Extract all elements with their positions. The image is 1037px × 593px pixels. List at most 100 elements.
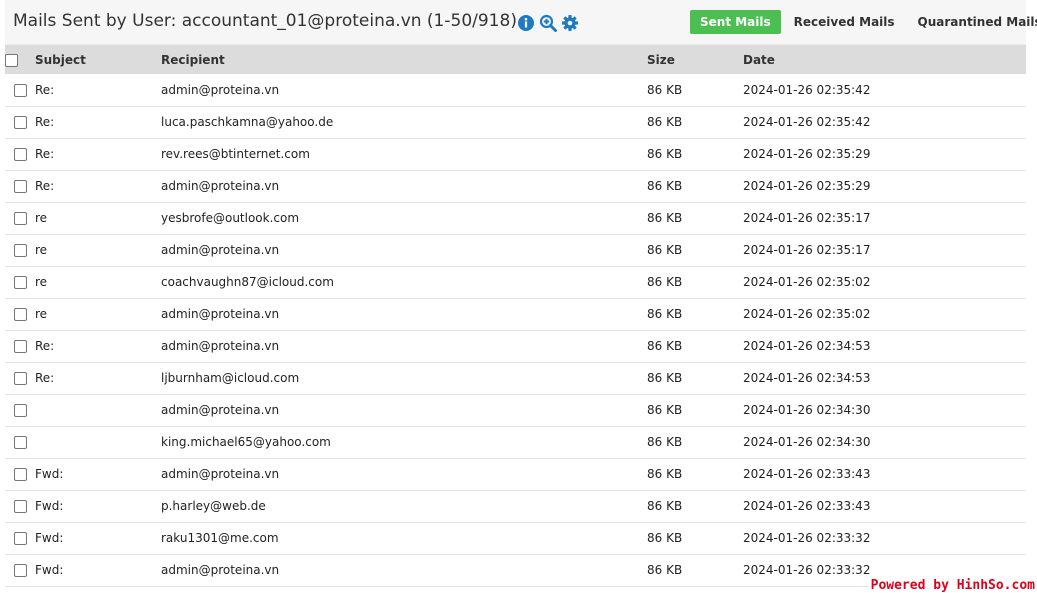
- size-cell: 86 KB: [647, 554, 743, 587]
- subject-cell: Re:: [35, 330, 161, 363]
- size-cell: 86 KB: [647, 330, 743, 363]
- row-checkbox[interactable]: [13, 308, 27, 321]
- row-select-cell: [5, 266, 35, 299]
- recipient-cell: admin@proteina.vn: [161, 298, 647, 331]
- row-select-cell: [5, 106, 35, 139]
- info-icon[interactable]: [517, 14, 535, 32]
- row-checkbox[interactable]: [13, 500, 27, 513]
- row-checkbox[interactable]: [13, 276, 27, 289]
- row-select-cell: [5, 458, 35, 491]
- subject-cell: [35, 394, 161, 427]
- date-cell: 2024-01-26 02:34:30: [743, 394, 1026, 427]
- size-cell: 86 KB: [647, 234, 743, 267]
- row-checkbox[interactable]: [13, 468, 27, 481]
- row-checkbox[interactable]: [13, 340, 27, 353]
- recipient-cell: luca.paschkamna@yahoo.de: [161, 106, 647, 139]
- row-checkbox[interactable]: [13, 116, 27, 129]
- subject-cell: Re:: [35, 106, 161, 139]
- subject-column-header[interactable]: Subject: [35, 45, 161, 74]
- table-row[interactable]: re admin@proteina.vn 86 KB 2024-01-26 02:35…: [5, 234, 1026, 267]
- date-cell: 2024-01-26 02:33:43: [743, 490, 1026, 523]
- table-row[interactable]: re yesbrofe@outlook.com 86 KB 2024-01-26 02…: [5, 202, 1026, 235]
- recipient-cell: yesbrofe@outlook.com: [161, 202, 647, 235]
- row-checkbox[interactable]: [13, 148, 27, 161]
- date-cell: 2024-01-26 02:35:42: [743, 106, 1026, 139]
- row-checkbox[interactable]: [13, 564, 27, 577]
- recipient-cell: rev.rees@btinternet.com: [161, 138, 647, 171]
- date-cell: 2024-01-26 02:34:53: [743, 330, 1026, 363]
- table-row[interactable]: Re: rev.rees@btinternet.com 86 KB 2024-01-2…: [5, 138, 1026, 171]
- row-checkbox[interactable]: [13, 212, 27, 225]
- recipient-cell: admin@proteina.vn: [161, 554, 647, 587]
- subject-cell: [35, 426, 161, 459]
- table-row[interactable]: Re: ljburnham@icloud.com 86 KB 2024-01-26 0…: [5, 362, 1026, 395]
- row-checkbox[interactable]: [13, 83, 27, 97]
- subject-cell: re: [35, 202, 161, 235]
- row-select-cell: [5, 202, 35, 235]
- mail-type-nav: Sent Mails Received Mails Quarantined Ma…: [690, 10, 1037, 34]
- row-checkbox[interactable]: [13, 372, 27, 385]
- size-cell: 86 KB: [647, 362, 743, 395]
- size-cell: 86 KB: [647, 74, 743, 107]
- date-column-header[interactable]: Date: [743, 45, 1026, 74]
- table-row[interactable]: Re: admin@proteina.vn 86 KB 2024-01-26 02:3…: [5, 170, 1026, 203]
- recipient-cell: king.michael65@yahoo.com: [161, 426, 647, 459]
- title-icons: [517, 14, 579, 32]
- quarantined-mails-tab[interactable]: Quarantined Mails: [908, 10, 1037, 34]
- mails-table-body: Re: admin@proteina.vn 86 KB 2024-01-26 02:3…: [5, 74, 1026, 587]
- date-cell: 2024-01-26 02:34:53: [743, 362, 1026, 395]
- select-all-cell: [5, 45, 35, 74]
- size-cell: 86 KB: [647, 202, 743, 235]
- row-checkbox[interactable]: [13, 244, 27, 257]
- subject-cell: Re:: [35, 362, 161, 395]
- page-header: Mails Sent by User: accountant_01@protei…: [5, 0, 1037, 45]
- size-cell: 86 KB: [647, 106, 743, 139]
- table-row[interactable]: re coachvaughn87@icloud.com 86 KB 2024-01-2…: [5, 266, 1026, 299]
- size-cell: 86 KB: [647, 170, 743, 203]
- received-mails-tab[interactable]: Received Mails: [784, 10, 905, 34]
- table-row[interactable]: Fwd: raku1301@me.com 86 KB 2024-01-26 02:33…: [5, 522, 1026, 555]
- date-cell: 2024-01-26 02:35:02: [743, 298, 1026, 331]
- size-cell: 86 KB: [647, 266, 743, 299]
- subject-cell: Re:: [35, 74, 161, 107]
- table-header-row: Subject Recipient Size Date: [5, 45, 1026, 74]
- table-row[interactable]: Re: luca.paschkamna@yahoo.de 86 KB 2024-01-…: [5, 106, 1026, 139]
- table-row[interactable]: Fwd: p.harley@web.de 86 KB 2024-01-26 02:33…: [5, 490, 1026, 523]
- row-checkbox[interactable]: [13, 436, 27, 449]
- gear-icon[interactable]: [561, 14, 579, 32]
- recipient-cell: admin@proteina.vn: [161, 458, 647, 491]
- subject-cell: re: [35, 266, 161, 299]
- subject-cell: Fwd:: [35, 490, 161, 523]
- row-select-cell: [5, 490, 35, 523]
- size-cell: 86 KB: [647, 138, 743, 171]
- date-cell: 2024-01-26 02:35:42: [743, 74, 1026, 107]
- date-cell: 2024-01-26 02:35:17: [743, 234, 1026, 267]
- recipient-cell: admin@proteina.vn: [161, 74, 647, 107]
- recipient-cell: ljburnham@icloud.com: [161, 362, 647, 395]
- table-row[interactable]: Re: admin@proteina.vn 86 KB 2024-01-26 02:3…: [5, 330, 1026, 363]
- zoom-in-icon[interactable]: [539, 14, 557, 32]
- table-row[interactable]: Re: admin@proteina.vn 86 KB 2024-01-26 02:3…: [5, 74, 1026, 107]
- row-checkbox[interactable]: [13, 404, 27, 417]
- sent-mails-tab[interactable]: Sent Mails: [690, 10, 781, 34]
- row-select-cell: [5, 298, 35, 331]
- table-row[interactable]: re admin@proteina.vn 86 KB 2024-01-26 02:35…: [5, 298, 1026, 331]
- page-title: Mails Sent by User: accountant_01@protei…: [13, 11, 517, 31]
- size-cell: 86 KB: [647, 522, 743, 555]
- table-row[interactable]: Fwd: admin@proteina.vn 86 KB 2024-01-26 02:…: [5, 458, 1026, 491]
- row-select-cell: [5, 554, 35, 587]
- row-select-cell: [5, 330, 35, 363]
- select-all-checkbox[interactable]: [5, 53, 18, 67]
- size-column-header[interactable]: Size: [647, 45, 743, 74]
- date-cell: 2024-01-26 02:33:43: [743, 458, 1026, 491]
- row-checkbox[interactable]: [13, 180, 27, 193]
- row-select-cell: [5, 170, 35, 203]
- recipient-column-header[interactable]: Recipient: [161, 45, 647, 74]
- size-cell: 86 KB: [647, 490, 743, 523]
- recipient-cell: admin@proteina.vn: [161, 170, 647, 203]
- date-cell: 2024-01-26 02:35:29: [743, 170, 1026, 203]
- row-checkbox[interactable]: [13, 532, 27, 545]
- table-row[interactable]: admin@proteina.vn 86 KB 2024-01-26 02:34:3…: [5, 394, 1026, 427]
- date-cell: 2024-01-26 02:33:32: [743, 522, 1026, 555]
- table-row[interactable]: king.michael65@yahoo.com 86 KB 2024-01-26 …: [5, 426, 1026, 459]
